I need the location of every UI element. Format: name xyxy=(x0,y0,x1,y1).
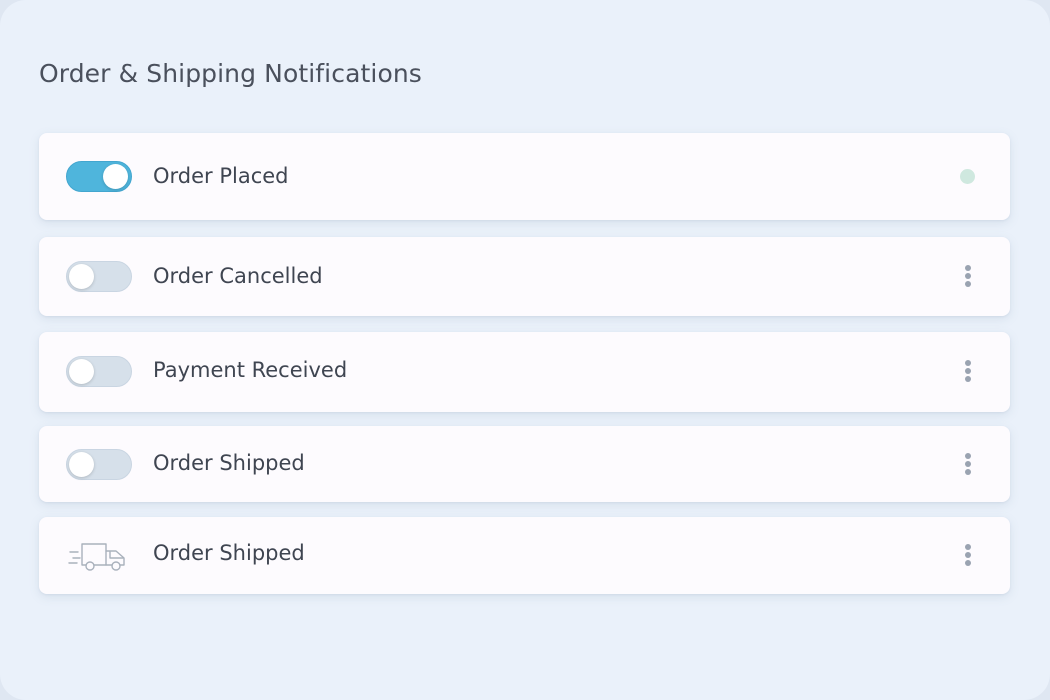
more-options-icon[interactable] xyxy=(958,359,978,383)
notification-label: Order Cancelled xyxy=(153,264,323,288)
status-dot-icon xyxy=(960,169,975,184)
notification-label: Payment Received xyxy=(153,358,348,382)
notification-label: Order Placed xyxy=(153,164,289,188)
notification-label: Order Shipped xyxy=(153,451,305,475)
order-placed-toggle[interactable] xyxy=(66,161,132,192)
toggle-knob xyxy=(69,452,94,477)
notification-label: Order Shipped xyxy=(153,541,305,565)
toggle-knob xyxy=(69,264,94,289)
notifications-panel: Order & Shipping Notifications Order Pla… xyxy=(0,0,1050,700)
notification-list: Order Placed Order Cancelled Payment Rec… xyxy=(39,0,1010,700)
toggle-knob xyxy=(69,359,94,384)
payment-received-toggle[interactable] xyxy=(66,356,132,387)
notification-row-payment-received: Payment Received xyxy=(39,332,1010,412)
notification-row-order-shipped: Order Shipped xyxy=(39,426,1010,502)
notification-row-order-cancelled: Order Cancelled xyxy=(39,237,1010,316)
toggle-knob xyxy=(103,164,128,189)
more-options-icon[interactable] xyxy=(958,543,978,567)
delivery-truck-icon xyxy=(68,543,125,571)
notification-row-order-shipped-truck: Order Shipped xyxy=(39,517,1010,594)
order-cancelled-toggle[interactable] xyxy=(66,261,132,292)
more-options-icon[interactable] xyxy=(958,264,978,288)
notification-row-order-placed: Order Placed xyxy=(39,133,1010,220)
order-shipped-toggle[interactable] xyxy=(66,449,132,480)
more-options-icon[interactable] xyxy=(958,452,978,476)
